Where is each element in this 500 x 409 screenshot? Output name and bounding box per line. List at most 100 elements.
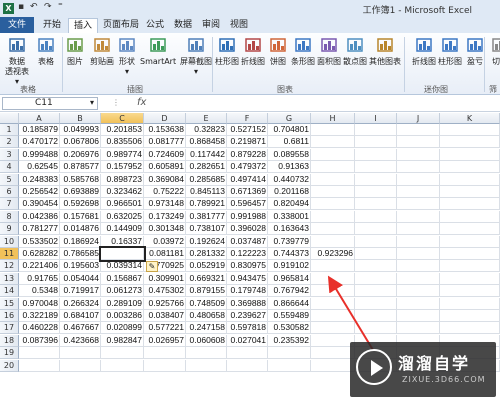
other-charts-button[interactable]: 其他图表 [368, 35, 402, 67]
cell-H17[interactable] [311, 322, 355, 335]
cell-C18[interactable]: 0.982847 [101, 334, 144, 347]
cell-J7[interactable] [397, 198, 440, 211]
cell-E4[interactable]: 0.282651 [186, 161, 227, 174]
cell-K6[interactable] [440, 186, 500, 198]
cell-F1[interactable]: 0.527152 [227, 124, 268, 136]
row-header-16[interactable]: 16 [0, 310, 19, 322]
cell-C15[interactable]: 0.289109 [101, 297, 144, 310]
area-chart-button[interactable]: 面积图 [316, 35, 342, 67]
cell-A11[interactable]: 0.628282 [19, 248, 60, 260]
cell-J15[interactable] [397, 297, 440, 310]
column-header-F[interactable]: F [227, 113, 268, 124]
cell-D5[interactable]: 0.369084 [144, 173, 186, 186]
cell-K2[interactable] [440, 136, 500, 149]
cell-H16[interactable] [311, 310, 355, 322]
cell-K10[interactable] [440, 235, 500, 248]
cell-B12[interactable]: 0.195603 [60, 260, 101, 273]
cell-D4[interactable]: 0.605891 [144, 161, 186, 174]
cell-F15[interactable]: 0.369888 [227, 297, 268, 310]
cell-A19[interactable] [19, 347, 60, 360]
cell-E9[interactable]: 0.738107 [186, 223, 227, 236]
cell-F11[interactable]: 0.122223 [227, 248, 268, 260]
cell-A2[interactable]: 0.470172 [19, 136, 60, 149]
cell-K1[interactable] [440, 124, 500, 136]
cell-D3[interactable]: 0.724609 [144, 148, 186, 161]
cell-I6[interactable] [355, 186, 397, 198]
row-header-6[interactable]: 6 [0, 186, 19, 198]
cell-B2[interactable]: 0.067806 [60, 136, 101, 149]
cell-G1[interactable]: 0.704801 [268, 124, 311, 136]
row-header-8[interactable]: 8 [0, 210, 19, 223]
cell-A8[interactable]: 0.042386 [19, 210, 60, 223]
cell-D2[interactable]: 0.081777 [144, 136, 186, 149]
cell-B16[interactable]: 0.684107 [60, 310, 101, 322]
row-header-18[interactable]: 18 [0, 334, 19, 347]
cell-B20[interactable] [60, 359, 101, 372]
cell-F16[interactable]: 0.239627 [227, 310, 268, 322]
select-all-corner[interactable] [0, 113, 19, 124]
row-header-14[interactable]: 14 [0, 285, 19, 298]
cell-J9[interactable] [397, 223, 440, 236]
cell-G6[interactable]: 0.201168 [268, 186, 311, 198]
cell-H3[interactable] [311, 148, 355, 161]
column-header-K[interactable]: K [440, 113, 500, 124]
cell-G18[interactable]: 0.235392 [268, 334, 311, 347]
row-header-5[interactable]: 5 [0, 173, 19, 186]
cell-J11[interactable] [397, 248, 440, 260]
cell-F7[interactable]: 0.596457 [227, 198, 268, 211]
cell-K5[interactable] [440, 173, 500, 186]
picture-button[interactable]: 图片 [64, 35, 86, 67]
cell-B1[interactable]: 0.049993 [60, 124, 101, 136]
cell-I15[interactable] [355, 297, 397, 310]
cell-K7[interactable] [440, 198, 500, 211]
cell-G19[interactable] [268, 347, 311, 360]
sparkline-line-button[interactable]: 折线图 [410, 35, 438, 67]
tab-4[interactable]: 公式 [142, 18, 168, 33]
row-header-19[interactable]: 19 [0, 347, 19, 360]
cell-A13[interactable]: 0.91765 [19, 272, 60, 285]
cell-B6[interactable]: 0.693889 [60, 186, 101, 198]
cell-A4[interactable]: 0.62545 [19, 161, 60, 174]
cell-E6[interactable]: 0.845113 [186, 186, 227, 198]
cell-A5[interactable]: 0.248383 [19, 173, 60, 186]
cell-G11[interactable]: 0.744373 [268, 248, 311, 260]
cell-A20[interactable] [19, 359, 60, 372]
cell-C13[interactable]: 0.156867 [101, 272, 144, 285]
cell-C10[interactable]: 0.16337 [101, 235, 144, 248]
cell-B5[interactable]: 0.585768 [60, 173, 101, 186]
cell-C17[interactable]: 0.020899 [101, 322, 144, 335]
column-chart-button[interactable]: 柱形图 [214, 35, 240, 67]
column-header-B[interactable]: B [60, 113, 101, 124]
cell-I16[interactable] [355, 310, 397, 322]
cell-J5[interactable] [397, 173, 440, 186]
cell-E11[interactable]: 0.281332 [186, 248, 227, 260]
cell-H11[interactable]: 0.923296 [311, 248, 355, 260]
row-header-2[interactable]: 2 [0, 136, 19, 149]
cell-E8[interactable]: 0.381777 [186, 210, 227, 223]
cell-G12[interactable]: 0.919102 [268, 260, 311, 273]
cell-G14[interactable]: 0.767942 [268, 285, 311, 298]
cell-B7[interactable]: 0.592698 [60, 198, 101, 211]
cell-H6[interactable] [311, 186, 355, 198]
cell-C8[interactable]: 0.632025 [101, 210, 144, 223]
cell-D17[interactable]: 0.577221 [144, 322, 186, 335]
cell-B10[interactable]: 0.186924 [60, 235, 101, 248]
cell-C16[interactable]: 0.003286 [101, 310, 144, 322]
cell-D1[interactable]: 0.153638 [144, 124, 186, 136]
cell-F17[interactable]: 0.597818 [227, 322, 268, 335]
cell-E13[interactable]: 0.669321 [186, 272, 227, 285]
line-chart-button[interactable]: 折线图 [240, 35, 266, 67]
cell-C11[interactable] [99, 246, 146, 262]
cell-A3[interactable]: 0.999488 [19, 148, 60, 161]
paste-options-icon[interactable]: ✎ [146, 261, 158, 273]
cell-H5[interactable] [311, 173, 355, 186]
name-box-dropdown-icon[interactable]: ▾ [90, 98, 94, 107]
slicer-button[interactable]: 切 [490, 35, 500, 67]
cell-F9[interactable]: 0.396028 [227, 223, 268, 236]
cell-F13[interactable]: 0.943475 [227, 272, 268, 285]
cell-D14[interactable]: 0.475302 [144, 285, 186, 298]
cell-J13[interactable] [397, 272, 440, 285]
cell-G9[interactable]: 0.163643 [268, 223, 311, 236]
cell-H13[interactable] [311, 272, 355, 285]
cell-G2[interactable]: 0.6811 [268, 136, 311, 149]
